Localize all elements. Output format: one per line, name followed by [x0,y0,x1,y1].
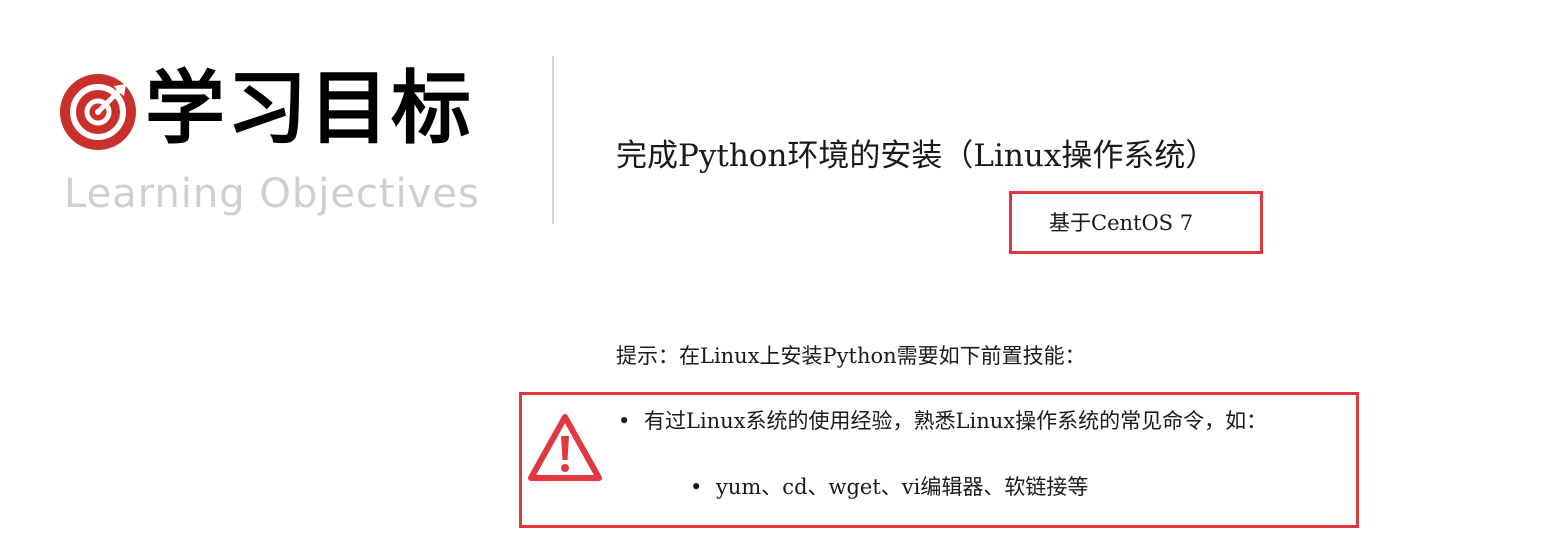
list-item: • 有过Linux系统的使用经验，熟悉Linux操作系统的常见命令，如： [618,405,1267,437]
platform-note: 基于CentOS 7 [1049,211,1194,235]
vertical-divider [552,56,554,224]
target-icon [60,74,136,150]
page-subtitle: Learning Objectives [64,171,480,217]
hint-text: 提示：在Linux上安装Python需要如下前置技能： [616,344,1086,368]
warning-triangle-icon [528,414,602,481]
bullet: • [618,409,631,433]
bullet: • [690,475,703,499]
platform-note-box: 基于CentOS 7 [1009,191,1263,254]
sub-list-item-text: yum、cd、wget、vi编辑器、软链接等 [716,475,1089,499]
sub-list-item: • yum、cd、wget、vi编辑器、软链接等 [690,471,1088,503]
list-item-text: 有过Linux系统的使用经验，熟悉Linux操作系统的常见命令，如： [644,409,1268,433]
prerequisites-box: • 有过Linux系统的使用经验，熟悉Linux操作系统的常见命令，如： • yum… [519,392,1359,528]
main-objective: 完成Python环境的安装（Linux操作系统） [616,138,1217,174]
page-title: 学习目标 [145,61,473,155]
